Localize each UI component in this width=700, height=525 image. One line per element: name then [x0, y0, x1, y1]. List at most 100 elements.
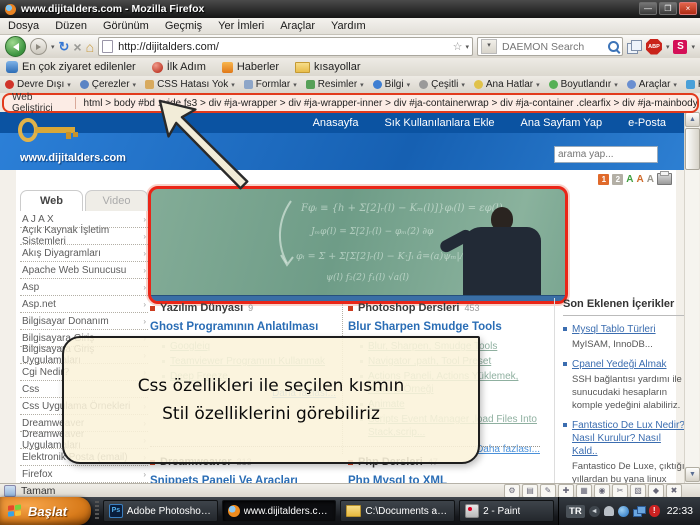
chalkboard-banner-image[interactable]: Fφᵢ ≡ {h + Σ[2]ᵣ(l) − Kₘ(l)]}φᵢ(l) = εφ(… — [148, 186, 568, 304]
scroll-down-icon[interactable]: ▼ — [685, 467, 700, 482]
wd-viewsource[interactable]: Kaynağı Göster▾ — [686, 79, 700, 90]
font-default-icon[interactable]: A — [647, 174, 654, 185]
site-search-input[interactable] — [554, 146, 658, 163]
nav-anasayfa[interactable]: Anasayfa — [313, 117, 359, 129]
scroll-up-icon[interactable]: ▲ — [685, 112, 700, 127]
add-icon[interactable]: ✚ — [558, 484, 574, 498]
print-icon[interactable] — [657, 173, 672, 185]
bookmark-haberler[interactable]: Haberler — [222, 61, 279, 73]
task-photoshop[interactable]: Ps Adobe Photoshop CS... — [103, 500, 218, 522]
wd-resize[interactable]: Boyutlandır▾ — [549, 79, 618, 90]
restore-button[interactable]: ❐ — [659, 2, 677, 15]
task-explorer[interactable]: C:\Documents and Se... — [340, 500, 455, 522]
stop-icon[interactable]: × — [73, 39, 81, 55]
bookmark-most-visited[interactable]: En çok ziyaret edilenler — [6, 61, 136, 73]
wd-images[interactable]: Resimler▾ — [306, 79, 364, 90]
menu-gorunum[interactable]: Görünüm — [95, 20, 157, 32]
refresh-icon[interactable]: ↻ — [59, 39, 70, 55]
close-button[interactable]: × — [679, 2, 697, 15]
grid-icon[interactable]: ▦ — [576, 484, 592, 498]
category-item[interactable]: Apache Web Sunucusu› — [20, 262, 148, 279]
task-paint[interactable]: 2 - Paint — [459, 500, 554, 522]
updates-icon[interactable] — [618, 506, 629, 517]
start-button[interactable]: Başlat — [0, 497, 91, 525]
search-bar[interactable]: ▾ — [477, 37, 623, 56]
wd-disable[interactable]: Devre Dışı▾ — [5, 79, 71, 90]
tab-video[interactable]: Video — [85, 190, 148, 211]
category-item[interactable]: Akış Diyagramları› — [20, 245, 148, 262]
bookmark-kisayollar[interactable]: kısayollar — [295, 61, 360, 73]
wd-css[interactable]: CSS Hatası Yok▾ — [145, 79, 235, 90]
minimize-button[interactable]: — — [639, 2, 657, 15]
cookies-icon — [80, 80, 89, 89]
home-icon[interactable]: ⌂ — [86, 39, 94, 55]
recent-link[interactable]: Cpanel Yedeği Almak — [572, 358, 685, 371]
wd-information[interactable]: Bilgi▾ — [373, 79, 410, 90]
tools-close-icon[interactable]: ✖ — [666, 484, 682, 498]
width-1-icon[interactable]: 1 — [598, 174, 609, 185]
search-icon[interactable] — [608, 41, 619, 52]
adblock-icon[interactable]: ABP — [646, 39, 662, 55]
category-item[interactable]: Firefox› — [20, 466, 148, 483]
marker-icon[interactable]: ◆ — [648, 484, 664, 498]
tray-expand-icon[interactable]: ◄ — [589, 506, 600, 517]
task-firefox[interactable]: www.dijitalders.com -... — [222, 500, 337, 522]
menu-dosya[interactable]: Dosya — [0, 20, 47, 32]
menu-araclar[interactable]: Araçlar — [272, 20, 323, 32]
screengrab-icon[interactable]: S — [673, 40, 687, 54]
gear-icon[interactable]: ⚙ — [504, 484, 520, 498]
menu-duzen[interactable]: Düzen — [47, 20, 95, 32]
nav-eposta[interactable]: e-Posta — [628, 117, 666, 129]
bookmark-ilk-adim[interactable]: İlk Adım — [152, 61, 206, 73]
width-2-icon[interactable]: 2 — [612, 174, 623, 185]
notes-icon[interactable]: ▧ — [630, 484, 646, 498]
adblock-dropdown-icon[interactable]: ▾ — [666, 43, 670, 51]
recent-link[interactable]: Fantastico De Lux Nedir? Nasıl Kurulur? … — [572, 419, 685, 458]
forward-button[interactable] — [30, 38, 47, 55]
article-link[interactable]: Blur Sharpen Smudge Tools — [348, 321, 540, 333]
menu-yardim[interactable]: Yardım — [323, 20, 374, 32]
category-item[interactable]: Bilgisayar Donanım› — [20, 313, 148, 330]
article-link[interactable]: Ghost Programının Anlatılması — [150, 321, 336, 333]
tab-web[interactable]: Web — [20, 190, 83, 211]
category-item[interactable]: Açık Kaynak İşletim Sistemleri› — [20, 228, 148, 245]
back-button[interactable] — [5, 36, 26, 57]
scrollbar-thumb[interactable] — [685, 128, 700, 170]
font-increase-icon[interactable]: A — [626, 174, 633, 185]
menu-gecmis[interactable]: Geçmiş — [157, 20, 210, 32]
vertical-scrollbar[interactable]: ▲ ▼ — [684, 112, 699, 483]
nav-ana-sayfam-yap[interactable]: Ana Sayfam Yap — [521, 117, 603, 129]
search-input[interactable] — [500, 40, 605, 54]
menu-yerimleri[interactable]: Yer İmleri — [210, 20, 272, 32]
font-decrease-icon[interactable]: A — [637, 174, 644, 185]
wd-forms[interactable]: Formlar▾ — [244, 79, 297, 90]
network-icon[interactable] — [633, 506, 645, 516]
edit-pencil-icon[interactable]: ✎ — [540, 484, 556, 498]
address-bar[interactable]: ☆ ▾ — [98, 37, 473, 56]
category-item[interactable]: Asp› — [20, 279, 148, 296]
article-link[interactable]: Snippets Paneli Ve Araçları — [150, 475, 336, 483]
wd-outline[interactable]: Ana Hatlar▾ — [474, 79, 540, 90]
category-item[interactable]: Asp.net› — [20, 296, 148, 313]
cut-icon[interactable]: ✂ — [612, 484, 628, 498]
tab-windows-icon[interactable] — [627, 40, 642, 53]
wd-misc[interactable]: Çeşitli▾ — [419, 79, 465, 90]
record-icon[interactable]: ◉ — [594, 484, 610, 498]
article-link[interactable]: Php Mysql to XML — [348, 475, 540, 483]
security-shield-icon[interactable]: ! — [649, 505, 660, 517]
url-dropdown-icon[interactable]: ▾ — [465, 43, 469, 51]
language-indicator[interactable]: TR — [566, 505, 585, 518]
search-engine-dropdown[interactable]: ▾ — [481, 39, 497, 54]
wd-cookies[interactable]: Çerezler▾ — [80, 79, 136, 90]
bookmark-star-icon[interactable]: ☆ — [453, 40, 463, 53]
recent-link[interactable]: Mysql Tablo Türleri — [572, 323, 685, 336]
screengrab-dropdown-icon[interactable]: ▾ — [691, 43, 695, 51]
new-page-icon[interactable]: ▤ — [522, 484, 538, 498]
history-dropdown-icon[interactable]: ▾ — [51, 43, 55, 51]
wd-tools[interactable]: Araçlar▾ — [627, 79, 677, 90]
site-logo-text[interactable]: www.dijitalders.com — [20, 152, 126, 164]
windows-logo-icon — [8, 504, 23, 519]
nav-sik-kullanilanlar[interactable]: Sık Kullanılanlara Ekle — [384, 117, 494, 129]
url-input[interactable] — [116, 40, 450, 54]
messenger-icon[interactable] — [604, 506, 614, 516]
